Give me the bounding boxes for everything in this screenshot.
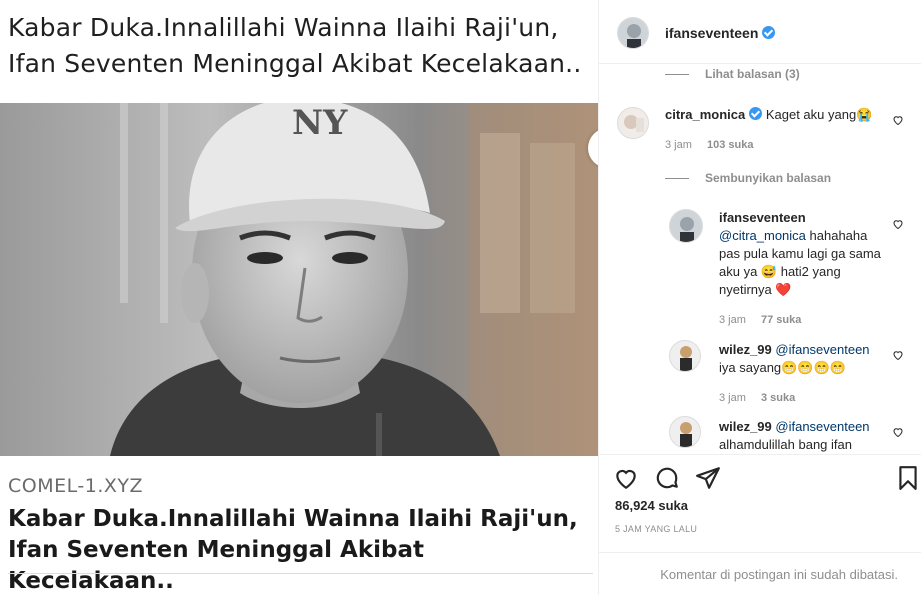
comment-likes[interactable]: 103 suka [707, 139, 753, 151]
comments-limited-notice: Komentar di postingan ini sudah dibatasi… [599, 552, 921, 595]
heart-icon[interactable] [892, 426, 904, 438]
view-replies-text[interactable]: Lihat balasan (3) [705, 67, 800, 81]
post-username[interactable]: ifanseventeen [665, 25, 776, 41]
comment-likes[interactable]: 77 suka [761, 314, 801, 326]
comments-list[interactable]: Lihat balasan (3) citra_monica Kaget aku… [599, 64, 921, 454]
divider [665, 74, 689, 76]
comment-meta: 3 jam 77 suka [719, 311, 884, 329]
verified-badge-icon [749, 107, 763, 120]
article-source: COMEL-1.XYZ [8, 475, 143, 497]
heart-icon[interactable] [613, 465, 639, 491]
comment-username[interactable]: wilez_99 [719, 419, 772, 434]
comment-mention[interactable]: @citra_monica [719, 228, 806, 243]
avatar[interactable] [617, 107, 649, 139]
comment-text: Kaget aku yang😭 [765, 107, 873, 122]
view-replies-link[interactable]: Lihat balasan (3) [665, 67, 800, 81]
bookmark-icon[interactable] [895, 465, 921, 491]
post-actions [599, 454, 921, 495]
comment-text: alhamdulillah bang ifan [719, 437, 852, 452]
article-headline-bottom: Kabar Duka.Innalillahi Wainna Ilaihi Raj… [8, 506, 578, 594]
comment-icon[interactable] [654, 465, 680, 491]
divider [665, 178, 689, 180]
comment-username[interactable]: citra_monica [665, 107, 745, 122]
comment-time[interactable]: 3 jam [719, 314, 746, 326]
list-item: citra_monica Kaget aku yang😭 3 jam 103 s… [665, 106, 921, 154]
list-item: wilez_99 @ifanseventeen alhamdulillah ba… [719, 418, 889, 454]
heart-icon[interactable] [892, 349, 904, 361]
portrait-image [0, 103, 598, 456]
avatar[interactable] [669, 416, 701, 448]
heart-icon[interactable] [892, 218, 904, 230]
list-item: ifanseventeen @citra_monica hahahaha pas… [719, 209, 884, 329]
article-photo: NY [0, 103, 598, 456]
avatar[interactable] [669, 209, 703, 243]
comment-likes[interactable]: 3 suka [761, 392, 795, 404]
action-bar [599, 455, 921, 495]
heart-icon[interactable] [892, 114, 904, 126]
avatar-icon [618, 18, 648, 48]
comment-meta: 3 jam 3 suka [719, 389, 889, 407]
comment-username[interactable]: ifanseventeen [719, 210, 806, 225]
post-header: ifanseventeen [599, 0, 921, 64]
avatar-icon [618, 108, 648, 138]
avatar-icon [670, 210, 702, 242]
divider [8, 573, 593, 574]
comment-text: iya sayang😁😁😁😁 [719, 360, 846, 375]
post-sidebar: ifanseventeen Lihat balasan (3) citra_mo… [598, 0, 921, 595]
hide-replies-link[interactable]: Sembunyikan balasan [665, 171, 831, 185]
comment-time[interactable]: 3 jam [665, 139, 692, 151]
share-icon[interactable] [695, 465, 721, 491]
avatar-icon [670, 341, 700, 371]
comment-mention[interactable]: @ifanseventeen [775, 342, 869, 357]
avatar[interactable] [617, 17, 649, 49]
post-media: Kabar Duka.Innalillahi Wainna Ilaihi Raj… [0, 0, 598, 595]
hide-replies-text[interactable]: Sembunyikan balasan [705, 171, 831, 185]
comment-time[interactable]: 3 jam [719, 392, 746, 404]
comment-meta: 3 jam 103 suka [665, 136, 921, 154]
cap-logo: NY [292, 103, 348, 143]
article-headline-top: Kabar Duka.Innalillahi Wainna Ilaihi Raj… [8, 13, 582, 78]
verified-badge-icon [762, 26, 776, 39]
comment-username[interactable]: wilez_99 [719, 342, 772, 357]
avatar[interactable] [669, 340, 701, 372]
avatar-icon [670, 417, 700, 447]
comment-mention[interactable]: @ifanseventeen [775, 419, 869, 434]
post-timestamp[interactable]: 5 JAM YANG LALU [615, 524, 697, 534]
post-username-text[interactable]: ifanseventeen [665, 25, 758, 41]
list-item: wilez_99 @ifanseventeen iya sayang😁😁😁😁 3… [719, 341, 889, 407]
post-likes-count[interactable]: 86,924 suka [615, 498, 688, 513]
